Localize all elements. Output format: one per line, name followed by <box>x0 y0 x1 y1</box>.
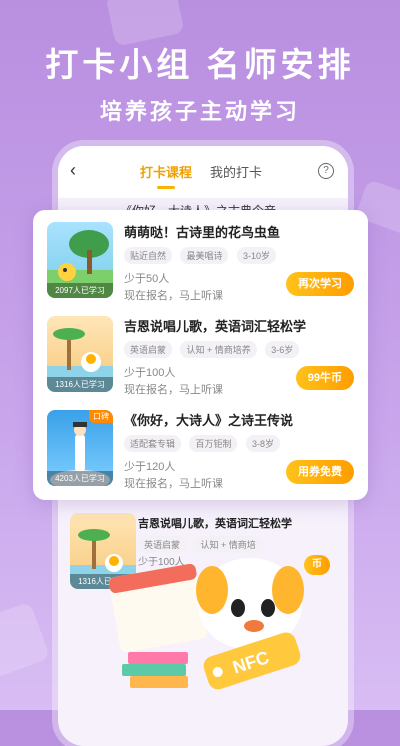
reputation-badge: 口碑 <box>89 410 113 423</box>
course-status: 现在报名，马上听课 <box>124 290 223 302</box>
course-list-card: 2097人已学习 萌萌哒！古诗里的花鸟虫鱼 贴近自然 最美唱诗 3-10岁 少于… <box>33 210 368 500</box>
course-thumbnail: 1316人已学习 <box>47 316 113 392</box>
decorative-card <box>0 601 51 679</box>
study-again-button[interactable]: 再次学习 <box>286 272 354 296</box>
tab-my-checkin[interactable]: 我的打卡 <box>210 162 262 181</box>
learner-count: 1316人已学习 <box>47 377 113 392</box>
mascot-illustration: NFC <box>109 558 304 690</box>
course-tag: 3-6岁 <box>265 341 300 358</box>
course-title: 《你好，大诗人》之诗王传说 <box>124 413 294 428</box>
hero-headline: 打卡小组 名师安排 <box>45 46 355 83</box>
course-title: 萌萌哒！古诗里的花鸟虫鱼 <box>124 225 281 240</box>
price-button[interactable]: 99牛币 <box>295 366 354 390</box>
back-arrow-icon[interactable]: ‹ <box>70 160 76 181</box>
course-count: 少于50人 <box>124 273 170 285</box>
course-tag: 英语启蒙 <box>124 341 173 358</box>
course-title: 吉恩说唱儿歌，英语词汇轻松学 <box>138 518 292 530</box>
course-tag: 百万钜制 <box>189 435 238 452</box>
learner-count: 2097人已学习 <box>47 283 113 298</box>
course-tag: 最美唱诗 <box>180 247 229 264</box>
course-item[interactable]: 2097人已学习 萌萌哒！古诗里的花鸟虫鱼 贴近自然 最美唱诗 3-10岁 少于… <box>33 214 368 306</box>
course-tag: 3-10岁 <box>236 247 276 264</box>
course-count: 少于100人 <box>124 367 176 379</box>
use-coupon-free-button[interactable]: 用券免费 <box>286 460 354 484</box>
learner-count: 4203人已学习 <box>47 471 113 486</box>
phone-nav-bar: ‹ 打卡课程 我的打卡 ? <box>58 146 348 198</box>
course-tag: 认知 + 情商培养 <box>180 341 257 358</box>
help-icon[interactable]: ? <box>318 163 334 179</box>
course-tag: 3-8岁 <box>245 435 280 452</box>
course-item[interactable]: 1316人已学习 吉恩说唱儿歌，英语词汇轻松学 英语启蒙 认知 + 情商培养 3… <box>33 308 368 400</box>
course-thumbnail: 口碑 4203人已学习 <box>47 410 113 486</box>
tab-checkin-courses[interactable]: 打卡课程 <box>140 162 192 189</box>
hero-subheadline: 培养孩子主动学习 <box>99 99 300 124</box>
course-status: 现在报名，马上听课 <box>124 384 223 396</box>
course-tag: 适配套专辑 <box>124 435 182 452</box>
course-tag: 贴近自然 <box>124 247 173 264</box>
course-item[interactable]: 口碑 4203人已学习 《你好，大诗人》之诗王传说 适配套专辑 百万钜制 3-8… <box>33 402 368 494</box>
course-thumbnail: 2097人已学习 <box>47 222 113 298</box>
course-title: 吉恩说唱儿歌，英语词汇轻松学 <box>124 319 307 334</box>
course-status: 现在报名，马上听课 <box>124 478 223 490</box>
course-count: 少于120人 <box>124 461 176 473</box>
